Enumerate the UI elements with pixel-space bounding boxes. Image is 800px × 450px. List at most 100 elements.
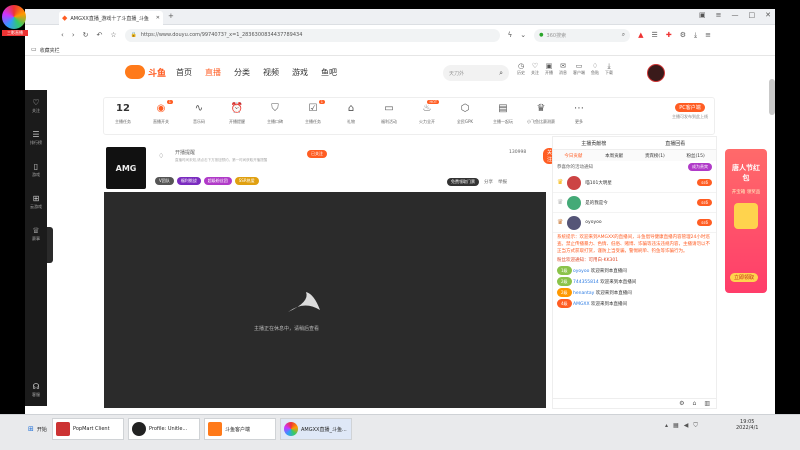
lightning-icon[interactable]: ϟ	[508, 31, 513, 39]
clock[interactable]: 19:05 2022/4/1	[736, 419, 758, 431]
tab-replay[interactable]: 直播回看	[635, 140, 717, 147]
follow-tag[interactable]: 已关注	[307, 150, 327, 158]
nav-category[interactable]: 分类	[234, 67, 250, 78]
rail-service[interactable]: ☊ 客服	[25, 374, 47, 406]
header-download[interactable]: ⤓ 下载	[605, 63, 613, 76]
report-button[interactable]: 举报	[498, 179, 507, 185]
rank-banner-button[interactable]: 成为贵宾	[688, 163, 712, 171]
rail-rank[interactable]: ☰ 排行榜	[25, 122, 47, 154]
tool-2[interactable]: ⏰ 开播提醒	[218, 103, 256, 125]
minimize-icon[interactable]: —	[732, 12, 739, 19]
tool-9[interactable]: ▤ 主播一起玩	[484, 103, 522, 125]
side-promo[interactable]: 唐人节红包 开宝箱 领奖品 立即领取	[725, 149, 767, 293]
favorites-label[interactable]: 收藏夹栏	[40, 47, 60, 54]
subtab-vip[interactable]: 贵宾榜(1)	[635, 153, 676, 159]
nav-live[interactable]: 直播	[205, 67, 221, 78]
search-icon[interactable]: ⌕	[499, 69, 503, 77]
tag-ssr[interactable]: SSR热爱	[234, 177, 259, 185]
forward-icon[interactable]: ›	[72, 31, 75, 39]
tool-3[interactable]: ⛉ 主播口碑	[256, 103, 294, 125]
header-yutie[interactable]: ♢ 鱼贴	[591, 63, 599, 76]
taskbar-app[interactable]: PopMart Client	[52, 418, 124, 440]
taskbar-app[interactable]: Profile: Unitle...	[128, 418, 200, 440]
trash-icon[interactable]: ▥	[704, 400, 710, 407]
site-search[interactable]: 天刀外 ⌕	[443, 65, 509, 81]
tool-7[interactable]: ♨ 火力全开 HOT	[408, 100, 446, 125]
video-player[interactable]: 主播正在休息中，请稍后查看	[104, 192, 546, 408]
extension-icon-3[interactable]: ✚	[666, 31, 672, 39]
rank-row[interactable]: ♛ 是的我是今 ss6	[553, 193, 716, 213]
rail-collapse-handle[interactable]	[47, 227, 53, 263]
star-icon[interactable]: ☆	[110, 31, 116, 39]
menu-icon[interactable]: ≡	[716, 12, 722, 19]
site-logo[interactable]: 斗鱼	[125, 65, 166, 79]
subtab-week[interactable]: 本周贡献	[594, 153, 635, 159]
more-menu-icon[interactable]: ≡	[705, 31, 711, 39]
url-field[interactable]: 🔒 https://www.douyu.com/9974073?_x=1_283…	[124, 28, 500, 42]
volume-icon[interactable]: ◀	[684, 423, 689, 429]
skin-icon[interactable]: ▣	[699, 12, 706, 19]
lock-icon[interactable]: ⌂	[693, 400, 697, 407]
tool-10[interactable]: ♛ 小飞鱼比赛测赛	[522, 103, 560, 125]
tool-5[interactable]: ⌂ 礼物	[332, 103, 370, 125]
rank-row[interactable]: ♛ 喵101大明星 ss6	[553, 173, 716, 193]
tool-4[interactable]: ☑ 主播任务 1	[294, 100, 332, 125]
dropdown-icon[interactable]: ⌄	[520, 31, 526, 39]
rail-follow[interactable]: ♡ 关注	[25, 90, 47, 122]
close-icon[interactable]: ✕	[156, 15, 160, 21]
share-button[interactable]: 分享	[484, 179, 493, 185]
tab-contribution[interactable]: 主播贡献榜	[553, 140, 635, 147]
tool-6[interactable]: ▭ 福利活动	[370, 103, 408, 125]
anchor-avatar[interactable]: AMG	[106, 147, 146, 189]
extension-icon-4[interactable]: ⚙	[680, 31, 686, 39]
back-icon[interactable]: ‹	[61, 31, 64, 39]
tab-active[interactable]: ◆ AMGXX直播_游戏十了斗直播_斗鱼 ✕	[59, 11, 163, 25]
tool-8[interactable]: ⬡ 全民GPK	[446, 103, 484, 125]
network-icon[interactable]: ▦	[673, 423, 679, 429]
pc-client-button[interactable]: PC客户端	[675, 103, 705, 112]
tool-level[interactable]: 12 主播任务	[104, 103, 142, 125]
close-window-icon[interactable]: ✕	[765, 12, 771, 19]
rank-row[interactable]: ♛ oyoyoo ss6	[553, 213, 716, 233]
tag-welfare[interactable]: 福利挑战	[176, 177, 201, 185]
shield-icon[interactable]: ⛉	[693, 423, 698, 429]
extension-icon-1[interactable]: ▲	[638, 31, 643, 39]
browser-logo[interactable]: 三影直播	[2, 5, 28, 36]
header-client[interactable]: ▭ 客户端	[573, 63, 585, 76]
tool-11[interactable]: ⋯ 更多	[560, 103, 598, 125]
header-follow[interactable]: ♡ 关注	[531, 63, 539, 76]
scrollbar[interactable]	[769, 79, 775, 115]
nav-video[interactable]: 视频	[263, 67, 279, 78]
search-field[interactable]: ● 360搜索 ⌕	[534, 28, 631, 42]
extension-icon-2[interactable]: ☰	[652, 31, 658, 39]
tool-0[interactable]: ◉ 直播开关 1	[142, 100, 180, 125]
header-message[interactable]: ✉ 消息	[559, 63, 567, 76]
rail-game[interactable]: ▯ 游戏	[25, 154, 47, 186]
bell-icon[interactable]: ♢	[158, 153, 164, 160]
start-button[interactable]: ⊞ 开始	[25, 418, 47, 440]
subtab-fans[interactable]: 粉丝(15)	[675, 153, 716, 159]
tray-icon[interactable]: ▴	[665, 423, 668, 429]
settings-icon[interactable]: ⚙	[679, 400, 684, 407]
taskbar-app-active[interactable]: AMGXX直播_斗鱼...	[280, 418, 352, 440]
maximize-icon[interactable]: □	[749, 12, 756, 19]
new-tab-icon[interactable]: +	[168, 13, 174, 20]
reload-icon[interactable]: ↻	[83, 31, 89, 39]
subtab-today[interactable]: 今日贡献	[553, 153, 594, 159]
rail-cloud-game[interactable]: ⊞ 云游戏	[25, 186, 47, 218]
free-ticket-button[interactable]: 免费领取门票	[447, 178, 479, 186]
nav-home[interactable]: 首页	[176, 67, 192, 78]
header-history[interactable]: ◷ 历史	[517, 63, 525, 76]
downloads-icon[interactable]: ⤓	[694, 31, 697, 39]
nav-yuba[interactable]: 鱼吧	[321, 67, 337, 78]
tool-1[interactable]: ∿ 音乐码	[180, 103, 218, 125]
tag-fans[interactable]: 超级粉丝团	[203, 177, 232, 185]
header-broadcast[interactable]: ▣ 开播	[545, 63, 553, 76]
promo-button[interactable]: 立即领取	[730, 273, 759, 282]
user-avatar[interactable]	[647, 64, 665, 82]
search-icon[interactable]: ⌕	[622, 32, 625, 38]
taskbar-app[interactable]: 斗鱼客户端	[204, 418, 276, 440]
nav-game[interactable]: 游戏	[292, 67, 308, 78]
tag-team[interactable]: V团队	[155, 177, 174, 185]
undo-icon[interactable]: ↶	[97, 31, 103, 39]
